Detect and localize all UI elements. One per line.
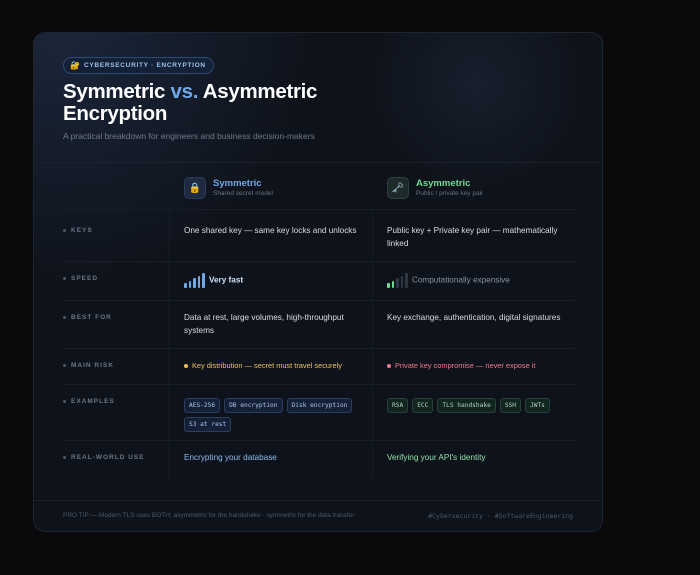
example-tags-asymmetric: RSA ECC TLS handshake SSH JWTs [387, 398, 572, 413]
row-label-text: MAIN RISK [71, 362, 114, 369]
example-tags-symmetric: AES-256 DB encryption Disk encryption S3 at… [184, 398, 359, 432]
bullet-dot [63, 400, 66, 403]
footer-divider [34, 500, 602, 501]
example-tag: AES-256 [184, 398, 221, 413]
row-label-speed: SPEED [63, 275, 98, 282]
cell-keys-symmetric: One shared key — same key locks and unlo… [184, 226, 357, 235]
cell-speed-symmetric: Very fast [184, 273, 364, 288]
category-badge-label: CYBERSECURITY · ENCRYPTION [83, 62, 206, 69]
speed-bar [184, 283, 187, 288]
example-tag: S3 at rest [184, 417, 232, 432]
speed-bar [400, 275, 404, 288]
row-label-text: BEST FOR [71, 314, 112, 321]
example-tag: TLS handshake [437, 398, 496, 413]
column-subtitle-symmetric: Shared secret model [213, 190, 273, 197]
footer-pro-tip: PRO TIP — Modern TLS uses BOTH: asymmetr… [63, 512, 355, 519]
lock-icon: 🔒 [184, 177, 206, 199]
speed-meter-symmetric [184, 273, 205, 288]
key-icon: 🗝️ [387, 177, 409, 199]
speed-bar [396, 278, 399, 288]
page-subtitle: A practical breakdown for engineers and … [63, 131, 315, 141]
speed-bar [391, 280, 395, 288]
row-label-best-for: BEST FOR [63, 314, 112, 321]
row-label-text: KEYS [71, 227, 93, 234]
title-part-1: Symmetric [63, 80, 171, 103]
cell-best-for-asymmetric: Key exchange, authentication, digital si… [387, 313, 561, 322]
column-divider [372, 209, 373, 479]
cell-real-world-asymmetric: Verifying your API's identity [387, 453, 486, 462]
category-badge: 🔐 CYBERSECURITY · ENCRYPTION [63, 57, 214, 74]
column-header-asymmetric: 🗝️ Asymmetric Public / private key pair [387, 177, 483, 199]
cell-examples-symmetric: AES-256 DB encryption Disk encryption S3 at… [184, 398, 359, 432]
cell-best-for-symmetric: Data at rest, large volumes, high-throug… [184, 313, 344, 335]
example-tag: RSA [387, 398, 409, 413]
speed-bar [387, 283, 390, 288]
header-divider [34, 162, 602, 163]
speed-text-asymmetric: Computationally expensive [411, 275, 510, 285]
column-title-symmetric: Symmetric [213, 178, 262, 189]
row-divider [63, 300, 575, 301]
risk-text-asymmetric: Private key compromise — never expose it [395, 361, 536, 370]
cell-risk-asymmetric: Private key compromise — never expose it [387, 360, 567, 373]
example-tag: Disk encryption [286, 398, 353, 413]
title-vs: vs. [170, 80, 199, 103]
bullet-dot [63, 364, 66, 367]
speed-bar [202, 273, 205, 288]
row-label-text: EXAMPLES [71, 398, 115, 405]
row-divider [63, 440, 575, 441]
row-divider [63, 384, 575, 385]
speed-bar [405, 273, 408, 288]
cell-real-world-symmetric: Encrypting your database [184, 453, 277, 462]
speed-text-symmetric: Very fast [208, 275, 244, 285]
speed-meter-asymmetric [387, 273, 408, 288]
speed-bar [193, 278, 196, 288]
warning-dot [387, 364, 391, 369]
row-divider [63, 348, 575, 349]
row-label-main-risk: MAIN RISK [63, 362, 114, 369]
row-divider [63, 209, 575, 210]
row-label-text: REAL-WORLD USE [71, 454, 145, 461]
row-label-real-world-use: REAL-WORLD USE [63, 454, 145, 461]
bullet-dot [63, 229, 66, 232]
lock-icon: 🔐 [70, 60, 80, 70]
comparison-card: 🔐 CYBERSECURITY · ENCRYPTION Symmetric v… [33, 32, 603, 532]
speed-bar [188, 280, 192, 288]
row-divider [63, 261, 575, 262]
row-label-keys: KEYS [63, 227, 93, 234]
column-title-asymmetric: Asymmetric [416, 178, 471, 189]
example-tag: DB encryption [224, 398, 283, 413]
row-label-text: SPEED [71, 275, 99, 282]
example-tag: SSH [499, 398, 521, 413]
example-tag: ECC [412, 398, 434, 413]
cell-keys-asymmetric: Public key + Private key pair — mathemat… [387, 226, 558, 248]
page-title: Symmetric vs. Asymmetric Encryption [63, 81, 363, 125]
example-tag: JWTs [525, 398, 550, 413]
cell-examples-asymmetric: RSA ECC TLS handshake SSH JWTs [387, 398, 572, 413]
bullet-dot [63, 316, 66, 319]
speed-bar [197, 275, 201, 288]
risk-text-symmetric: Key distribution — secret must travel se… [192, 361, 342, 370]
column-divider [169, 209, 170, 479]
cell-risk-symmetric: Key distribution — secret must travel se… [184, 360, 364, 373]
row-label-examples: EXAMPLES [63, 398, 115, 405]
bullet-dot [63, 277, 66, 280]
column-subtitle-asymmetric: Public / private key pair [416, 190, 484, 197]
footer-hashtags: #Cybersecurity · #SoftwareEngineering [428, 512, 573, 520]
bullet-dot [63, 456, 66, 459]
column-header-symmetric: 🔒 Symmetric Shared secret model [184, 177, 273, 199]
cell-speed-asymmetric: Computationally expensive [387, 273, 567, 288]
warning-dot [184, 364, 188, 369]
